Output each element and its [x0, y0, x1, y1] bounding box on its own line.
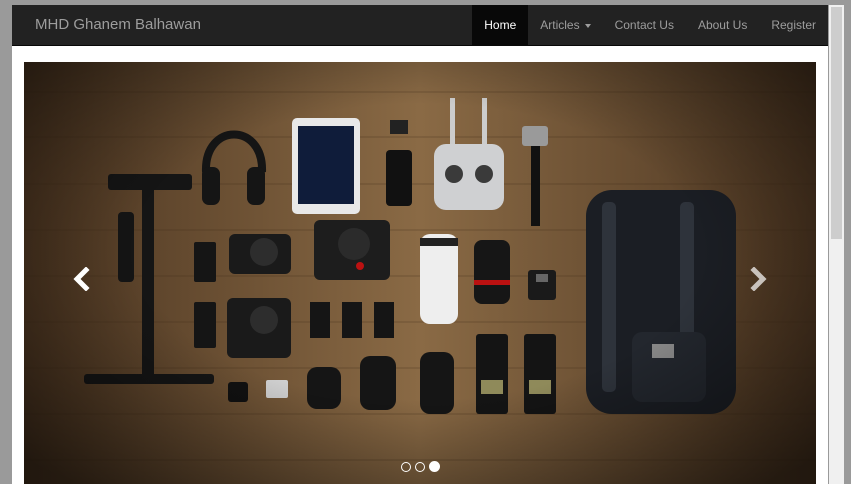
nav-item-articles[interactable]: Articles	[528, 5, 602, 45]
image-carousel	[24, 62, 816, 484]
nav-item-label: Articles	[540, 18, 580, 32]
nav-item-contact-us[interactable]: Contact Us	[603, 5, 686, 45]
nav-item-label: Register	[771, 18, 816, 32]
carousel-indicator-1[interactable]	[400, 462, 411, 472]
nav-menu: Home Articles Contact Us About Us Regist…	[472, 5, 828, 45]
carousel-prev-button[interactable]	[57, 259, 107, 299]
carousel-indicator-2[interactable]	[414, 462, 425, 472]
carousel-next-button[interactable]	[733, 259, 783, 299]
carousel-indicators	[24, 461, 816, 472]
carousel-indicator-3[interactable]	[428, 461, 440, 472]
nav-item-about-us[interactable]: About Us	[686, 5, 759, 45]
chevron-right-icon	[750, 267, 767, 291]
caret-down-icon	[584, 23, 591, 28]
nav-item-home[interactable]: Home	[472, 5, 529, 45]
brand-link[interactable]: MHD Ghanem Balhawan	[35, 5, 201, 45]
slide-image	[24, 62, 816, 484]
nav-item-label: Contact Us	[614, 18, 674, 32]
scrollbar-thumb[interactable]	[831, 7, 842, 239]
vertical-scrollbar[interactable]	[829, 5, 844, 484]
browser-viewport: MHD Ghanem Balhawan Home Articles Contac…	[12, 5, 828, 484]
chevron-left-icon	[73, 267, 90, 291]
nav-item-register[interactable]: Register	[759, 5, 828, 45]
nav-item-label: About Us	[697, 18, 748, 32]
navbar: MHD Ghanem Balhawan Home Articles Contac…	[12, 5, 828, 46]
nav-item-label: Home	[484, 18, 517, 32]
